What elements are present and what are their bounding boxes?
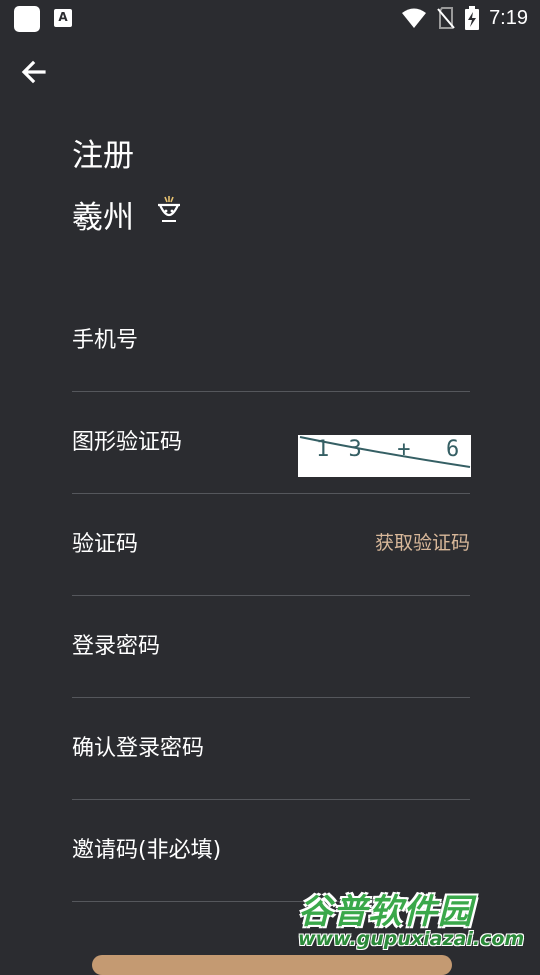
page-title: 注册 <box>72 138 134 174</box>
arrow-left-icon <box>21 60 46 84</box>
app-square-icon <box>14 6 40 32</box>
status-bar: A 7:19 <box>0 0 540 36</box>
captcha-field[interactable]: 图形验证码 1 3 + 6 = <box>72 391 474 495</box>
brand-row: 羲州 <box>72 192 184 237</box>
watermark-title: 谷普软件园 <box>298 892 473 932</box>
status-icons: 7:19 <box>401 4 528 32</box>
a-notification-icon: A <box>54 9 72 27</box>
phone-field[interactable]: 手机号 <box>72 289 474 393</box>
watermark-url: www.gupuxiazai.com <box>298 928 525 950</box>
code-field[interactable]: 验证码 获取验证码 <box>72 493 474 597</box>
confirm-password-field[interactable]: 确认登录密码 <box>72 697 474 801</box>
brand-name: 羲州 <box>72 200 134 236</box>
watermark: 谷普软件园 www.gupuxiazai.com <box>296 884 540 960</box>
back-button[interactable] <box>18 56 50 88</box>
phone-input[interactable] <box>72 289 474 393</box>
battery-charging-icon <box>465 6 480 30</box>
confirm-password-input[interactable] <box>72 697 474 801</box>
no-sim-icon <box>437 7 455 29</box>
captcha-image[interactable]: 1 3 + 6 = <box>298 435 471 477</box>
captcha-noise-line <box>299 436 471 468</box>
password-field[interactable]: 登录密码 <box>72 595 474 699</box>
wifi-icon <box>402 8 427 28</box>
clock-time: 7:19 <box>489 6 528 29</box>
get-code-button[interactable]: 获取验证码 <box>375 528 470 555</box>
password-input[interactable] <box>72 595 474 699</box>
brand-logo <box>158 195 180 222</box>
